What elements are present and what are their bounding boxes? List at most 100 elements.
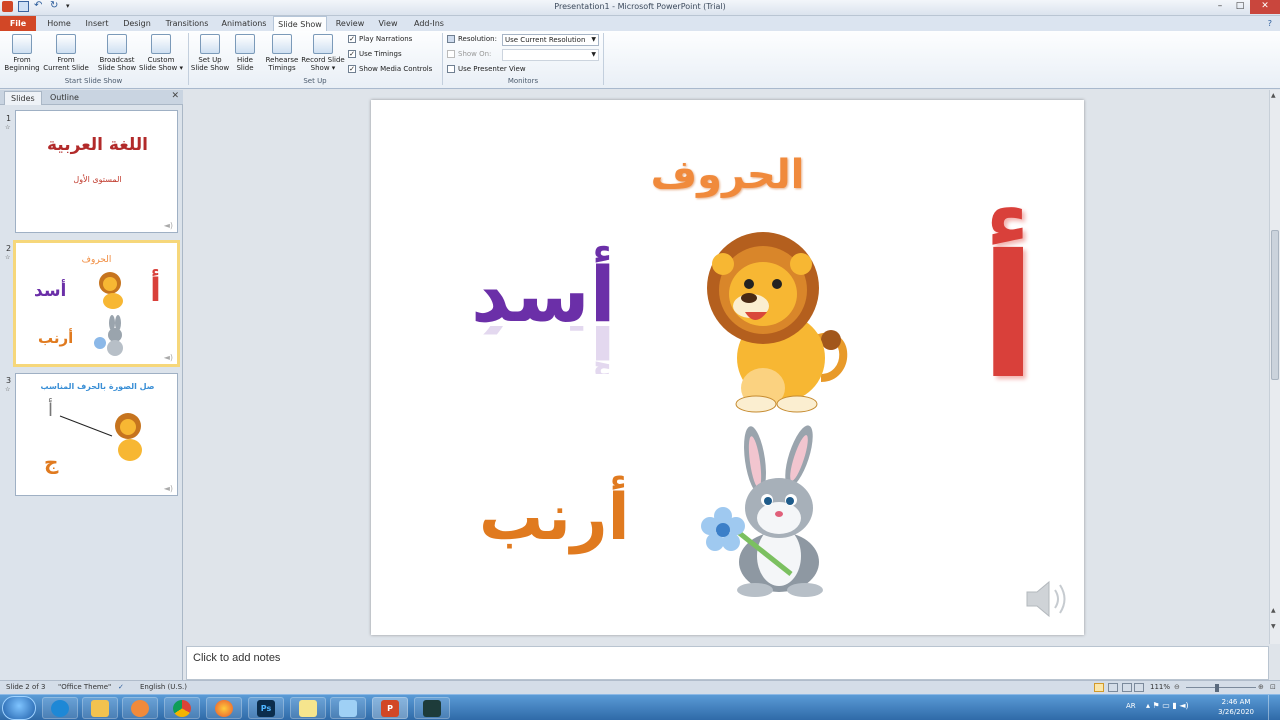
status-bar: Slide 2 of 3 "Office Theme" ✓ English (U… bbox=[0, 680, 1280, 694]
powerpoint-icon: P bbox=[381, 700, 399, 717]
taskbar-filmora[interactable] bbox=[414, 697, 450, 719]
slideshow-view-icon[interactable] bbox=[1134, 683, 1144, 692]
taskbar-notes[interactable] bbox=[290, 697, 326, 719]
window-title: Presentation1 - Microsoft PowerPoint (Tr… bbox=[554, 2, 726, 11]
slide-number: 3 bbox=[6, 376, 12, 385]
tab-review[interactable]: Review bbox=[332, 16, 368, 32]
presenter-view-label: Use Presenter View bbox=[458, 65, 526, 73]
tab-slides[interactable]: Slides bbox=[4, 91, 42, 105]
normal-view-icon[interactable] bbox=[1094, 683, 1104, 692]
system-clock[interactable]: 2:46 AM 3/26/2020 bbox=[1218, 697, 1254, 717]
taskbar-photoshop[interactable]: Ps bbox=[248, 697, 284, 719]
close-button[interactable]: ✕ bbox=[1250, 0, 1280, 14]
custom-slide-show-button[interactable]: Custom Slide Show ▾ bbox=[138, 34, 184, 72]
transition-star-icon: ☆ bbox=[5, 124, 11, 131]
taskbar-powerpoint[interactable]: P bbox=[372, 697, 408, 719]
rabbit-image[interactable] bbox=[693, 420, 843, 600]
next-slide-icon[interactable]: ▼ bbox=[1271, 623, 1279, 630]
show-desktop-button[interactable] bbox=[1268, 695, 1280, 720]
minimize-button[interactable]: – bbox=[1210, 0, 1230, 14]
tab-transitions[interactable]: Transitions bbox=[160, 16, 214, 32]
tab-slide-show[interactable]: Slide Show bbox=[273, 16, 327, 32]
presenter-view-checkbox[interactable]: Use Presenter View bbox=[447, 65, 526, 73]
record-label: Record Slide Show ▾ bbox=[301, 56, 345, 72]
tab-insert[interactable]: Insert bbox=[80, 16, 114, 32]
maximize-button[interactable]: □ bbox=[1230, 0, 1250, 14]
resolution-label: Resolution: bbox=[447, 35, 497, 43]
letter-alif-hamza[interactable]: أ bbox=[979, 218, 1037, 418]
scroll-up-icon[interactable]: ▲ bbox=[1271, 92, 1279, 99]
tab-outline[interactable]: Outline bbox=[44, 91, 85, 105]
taskbar-explorer[interactable] bbox=[82, 697, 118, 719]
from-beginning-button[interactable]: From Beginning bbox=[3, 34, 41, 72]
taskbar-media[interactable] bbox=[122, 697, 158, 719]
play-narrations-checkbox[interactable]: ✓ Play Narrations bbox=[348, 35, 412, 43]
record-icon bbox=[313, 34, 333, 54]
thumb-title: اللغة العربية bbox=[47, 135, 148, 155]
theme-status[interactable]: "Office Theme" bbox=[58, 683, 111, 691]
windows-taskbar: Ps P AR ▴ ⚑ ▭ ▮ ◄) 2:46 AM 3/26/2020 bbox=[0, 694, 1280, 720]
show-media-controls-checkbox[interactable]: ✓ Show Media Controls bbox=[348, 65, 432, 73]
ribbon-separator bbox=[603, 33, 604, 85]
resolution-dropdown[interactable]: Use Current Resolution ▼ bbox=[502, 34, 599, 46]
zoom-out-icon[interactable]: ⊖ bbox=[1174, 683, 1180, 691]
rehearse-timings-button[interactable]: Rehearse Timings bbox=[263, 34, 301, 72]
thumb-lion-image bbox=[99, 272, 123, 309]
monitor-icon bbox=[447, 50, 455, 58]
hide-slide-button[interactable]: Hide Slide bbox=[232, 34, 258, 72]
clock-time: 2:46 AM bbox=[1221, 698, 1251, 706]
language-indicator[interactable]: AR bbox=[1126, 702, 1136, 710]
word-rabbit[interactable]: أرنب bbox=[479, 478, 630, 558]
spell-check-icon[interactable]: ✓ bbox=[118, 683, 124, 691]
current-slide[interactable]: الحروف أسد أسد أرنب أ bbox=[371, 100, 1084, 635]
speaker-icon: ◄) bbox=[163, 221, 173, 230]
slides-panel: Slides Outline ✕ 1 ☆ اللغة العربية المست… bbox=[0, 90, 183, 680]
slide-title[interactable]: الحروف bbox=[371, 152, 1084, 198]
help-icon[interactable]: ? bbox=[1268, 19, 1272, 28]
close-panel-icon[interactable]: ✕ bbox=[171, 91, 179, 101]
taskbar-ie[interactable] bbox=[42, 697, 78, 719]
fit-slide-icon[interactable]: ⊡ bbox=[1270, 683, 1276, 691]
slide-sorter-icon[interactable] bbox=[1108, 683, 1118, 692]
show-on-dropdown[interactable]: ▼ bbox=[502, 49, 599, 61]
from-current-slide-button[interactable]: From Current Slide bbox=[43, 34, 89, 72]
zoom-in-icon[interactable]: ⊕ bbox=[1258, 683, 1264, 691]
tab-add-ins[interactable]: Add-Ins bbox=[410, 16, 448, 32]
reading-view-icon[interactable] bbox=[1122, 683, 1132, 692]
slide-thumbnail-2[interactable]: الحروف أسد أرنب أ ◄) bbox=[13, 240, 180, 367]
hide-label: Hide Slide bbox=[236, 56, 254, 72]
use-timings-label: Use Timings bbox=[359, 50, 402, 58]
zoom-level[interactable]: 111% bbox=[1150, 683, 1170, 691]
checkbox-checked-icon: ✓ bbox=[348, 65, 356, 73]
language-status[interactable]: English (U.S.) bbox=[140, 683, 187, 691]
tab-animations[interactable]: Animations bbox=[218, 16, 270, 32]
taskbar-app[interactable] bbox=[330, 697, 366, 719]
set-up-slide-show-button[interactable]: Set Up Slide Show bbox=[190, 34, 230, 72]
tab-home[interactable]: Home bbox=[42, 16, 76, 32]
scrollbar-thumb[interactable] bbox=[1271, 230, 1279, 380]
lion-image[interactable] bbox=[701, 228, 851, 413]
record-slide-show-button[interactable]: Record Slide Show ▾ bbox=[300, 34, 346, 72]
taskbar-chrome[interactable] bbox=[164, 697, 200, 719]
thumb-word-lion: أسد bbox=[34, 281, 67, 301]
chevron-down-icon: ▼ bbox=[591, 36, 596, 43]
zoom-slider-thumb[interactable] bbox=[1215, 684, 1219, 692]
tray-icons[interactable]: ▴ ⚑ ▭ ▮ ◄) bbox=[1146, 701, 1189, 710]
windows-start-icon[interactable] bbox=[2, 696, 36, 720]
use-timings-checkbox[interactable]: ✓ Use Timings bbox=[348, 50, 402, 58]
speaker-icon[interactable] bbox=[1023, 576, 1071, 622]
previous-slide-icon[interactable]: ▲ bbox=[1271, 607, 1279, 614]
group-start-slide-show: Start Slide Show bbox=[64, 77, 123, 85]
zoom-slider[interactable] bbox=[1186, 687, 1256, 688]
slide-thumbnail-1[interactable]: اللغة العربية المستوى الأول ◄) bbox=[15, 110, 178, 233]
tab-file[interactable]: File bbox=[0, 16, 36, 32]
taskbar-firefox[interactable] bbox=[206, 697, 242, 719]
clock-date: 3/26/2020 bbox=[1218, 708, 1254, 716]
notes-pane[interactable]: Click to add notes bbox=[186, 646, 1269, 680]
slide-thumbnail-3[interactable]: صل الصورة بالحرف المناسب أ ج ◄) bbox=[15, 373, 178, 496]
vertical-scrollbar[interactable]: ▲ ▲ ▼ bbox=[1269, 90, 1280, 644]
tab-design[interactable]: Design bbox=[118, 16, 156, 32]
tab-view[interactable]: View bbox=[372, 16, 404, 32]
broadcast-button[interactable]: Broadcast Slide Show bbox=[96, 34, 138, 72]
thumb-word-rabbit: أرنب bbox=[38, 329, 74, 347]
